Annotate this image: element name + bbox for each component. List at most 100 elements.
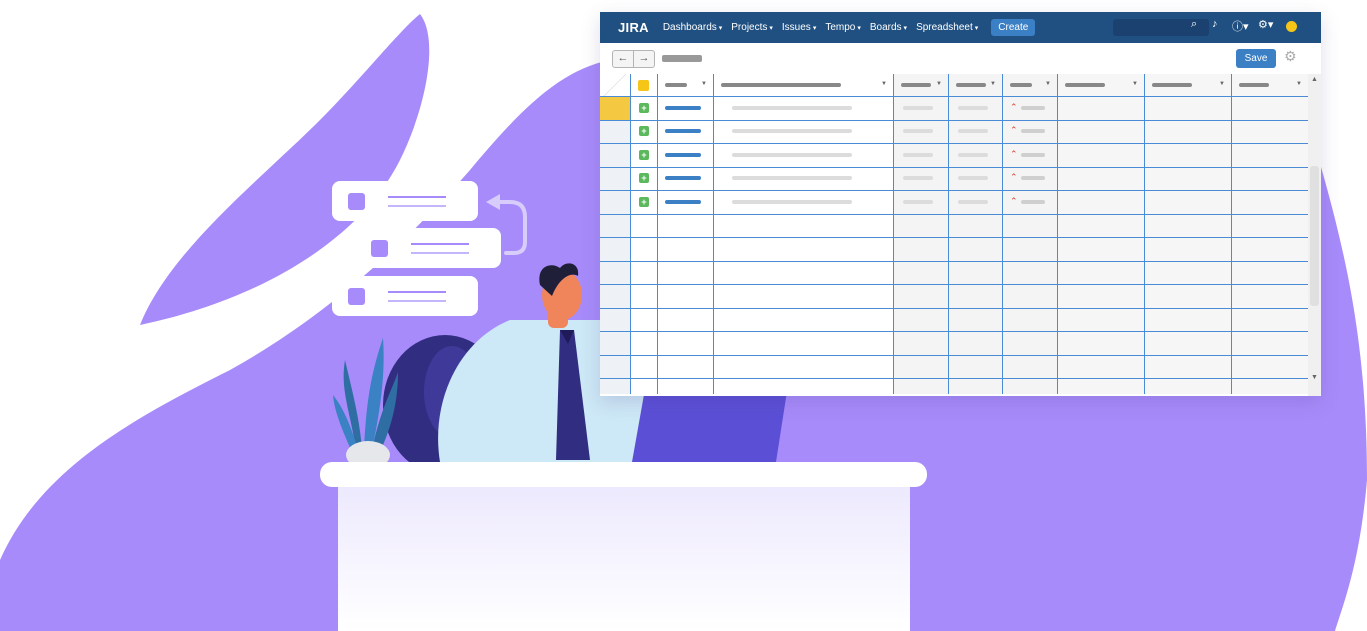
help-icon[interactable]: ⓘ▾ <box>1232 18 1249 34</box>
top-navigation-bar: JIRA Dashboards ▾ Projects ▾ Issues ▾ Tempo… <box>600 12 1321 43</box>
filter-name-placeholder <box>662 55 702 62</box>
summary-cell[interactable] <box>732 105 852 110</box>
row-divider <box>600 284 1308 285</box>
row-divider <box>600 96 1308 97</box>
save-button[interactable]: Save <box>1236 49 1276 68</box>
column-divider <box>1057 74 1058 394</box>
cell-value[interactable] <box>958 152 988 157</box>
add-subtask-icon[interactable]: + <box>639 173 649 184</box>
column-divider <box>1231 74 1232 394</box>
jira-logo[interactable]: JIRA <box>618 20 649 35</box>
create-button[interactable]: Create <box>991 19 1036 36</box>
nav-boards[interactable]: Boards ▾ <box>870 22 907 33</box>
column-divider <box>1144 74 1145 394</box>
chevron-down-icon: ▾ <box>812 25 817 32</box>
issue-key-link[interactable] <box>665 199 701 204</box>
column-divider <box>893 74 894 394</box>
priority-label[interactable] <box>1021 176 1045 181</box>
column-header[interactable] <box>1239 83 1269 87</box>
chevron-down-icon[interactable]: ▼ <box>936 81 942 87</box>
add-subtask-icon[interactable]: + <box>639 102 649 113</box>
nav-spreadsheet[interactable]: Spreadsheet ▾ <box>916 22 978 33</box>
column-divider <box>657 74 658 394</box>
nav-projects[interactable]: Projects ▾ <box>731 22 773 33</box>
vertical-scrollbar[interactable]: ▲ ▼ <box>1308 74 1321 396</box>
priority-label[interactable] <box>1021 129 1045 134</box>
nav-dashboards[interactable]: Dashboards ▾ <box>663 22 722 33</box>
scroll-down-icon[interactable]: ▼ <box>1311 374 1318 381</box>
search-icon[interactable]: ⌕ <box>1191 18 1197 31</box>
cell-value[interactable] <box>903 129 933 134</box>
scrollbar-thumb[interactable] <box>1310 166 1319 306</box>
select-all-corner[interactable] <box>600 74 630 96</box>
issue-key-link[interactable] <box>665 176 701 181</box>
chevron-down-icon[interactable]: ▼ <box>1296 81 1302 87</box>
cell-value[interactable] <box>958 105 988 110</box>
chevron-down-icon[interactable]: ▼ <box>990 81 996 87</box>
settings-icon[interactable]: ⚙▾ <box>1258 18 1273 31</box>
row-divider <box>600 143 1308 144</box>
highest-priority-icon: ⌃ <box>1010 172 1018 183</box>
add-subtask-icon[interactable]: + <box>639 196 649 207</box>
nav-issues[interactable]: Issues ▾ <box>782 22 816 33</box>
summary-cell[interactable] <box>732 129 852 134</box>
nav-tempo[interactable]: Tempo ▾ <box>825 22 861 33</box>
floating-card-1 <box>332 181 478 221</box>
summary-cell[interactable] <box>732 152 852 157</box>
chevron-down-icon: ▾ <box>857 25 861 32</box>
cell-value[interactable] <box>903 199 933 204</box>
notifications-icon[interactable]: ♪ <box>1212 18 1218 30</box>
column-divider <box>630 74 631 394</box>
avatar-icon[interactable] <box>1286 21 1297 32</box>
column-header[interactable] <box>1065 83 1105 87</box>
cell-value[interactable] <box>958 129 988 134</box>
chevron-down-icon: ▾ <box>974 25 979 32</box>
cell-value[interactable] <box>903 105 933 110</box>
column-header[interactable] <box>1152 83 1192 87</box>
spreadsheet-grid: ▼ ▼ ▼ ▼ ▼ ▼ ▼ ▼ + ⌃ + ⌃ + ⌃ + ⌃ + ⌃ <box>600 74 1309 394</box>
column-header[interactable] <box>956 83 986 87</box>
column-header[interactable] <box>665 83 687 87</box>
add-subtask-icon[interactable]: + <box>639 149 649 160</box>
jira-spreadsheet-window: JIRA Dashboards ▾ Projects ▾ Issues ▾ Tempo… <box>600 12 1321 396</box>
row-divider <box>600 213 1308 215</box>
selected-row-marker[interactable] <box>600 96 630 120</box>
row-divider <box>600 190 1308 191</box>
column-divider <box>948 74 949 394</box>
back-arrow-icon[interactable]: ← <box>613 51 633 67</box>
column-header[interactable] <box>721 83 841 87</box>
row-divider <box>600 260 1308 262</box>
chevron-down-icon[interactable]: ▼ <box>701 81 707 87</box>
forward-arrow-icon[interactable]: → <box>633 51 654 67</box>
gear-icon[interactable]: ⚙ <box>1284 48 1297 65</box>
desk-top <box>320 462 927 487</box>
highest-priority-icon: ⌃ <box>1010 195 1018 206</box>
issue-key-link[interactable] <box>665 152 701 157</box>
chevron-down-icon[interactable]: ▼ <box>1132 81 1138 87</box>
add-subtask-icon[interactable]: + <box>639 126 649 137</box>
status-column-bg <box>893 74 1057 394</box>
issue-key-link[interactable] <box>665 105 701 110</box>
cell-value[interactable] <box>903 152 933 157</box>
cell-value[interactable] <box>958 176 988 181</box>
summary-cell[interactable] <box>732 199 852 204</box>
chevron-down-icon[interactable]: ▼ <box>1045 81 1051 87</box>
issue-key-link[interactable] <box>665 129 701 134</box>
cell-value[interactable] <box>903 176 933 181</box>
priority-label[interactable] <box>1021 152 1045 157</box>
header-selector-icon[interactable] <box>638 80 649 91</box>
row-number-column <box>600 74 630 394</box>
column-header[interactable] <box>1010 83 1032 87</box>
highest-priority-icon: ⌃ <box>1010 101 1018 112</box>
chevron-down-icon[interactable]: ▼ <box>881 81 887 87</box>
summary-cell[interactable] <box>732 176 852 181</box>
priority-label[interactable] <box>1021 199 1045 204</box>
column-header[interactable] <box>901 83 931 87</box>
chevron-down-icon[interactable]: ▼ <box>1219 81 1225 87</box>
column-divider <box>1002 74 1003 394</box>
row-divider <box>600 166 1308 168</box>
scroll-up-icon[interactable]: ▲ <box>1311 76 1318 83</box>
nav-spreadsheet-label: Spreadsheet <box>916 22 973 33</box>
priority-label[interactable] <box>1021 105 1045 110</box>
cell-value[interactable] <box>958 199 988 204</box>
